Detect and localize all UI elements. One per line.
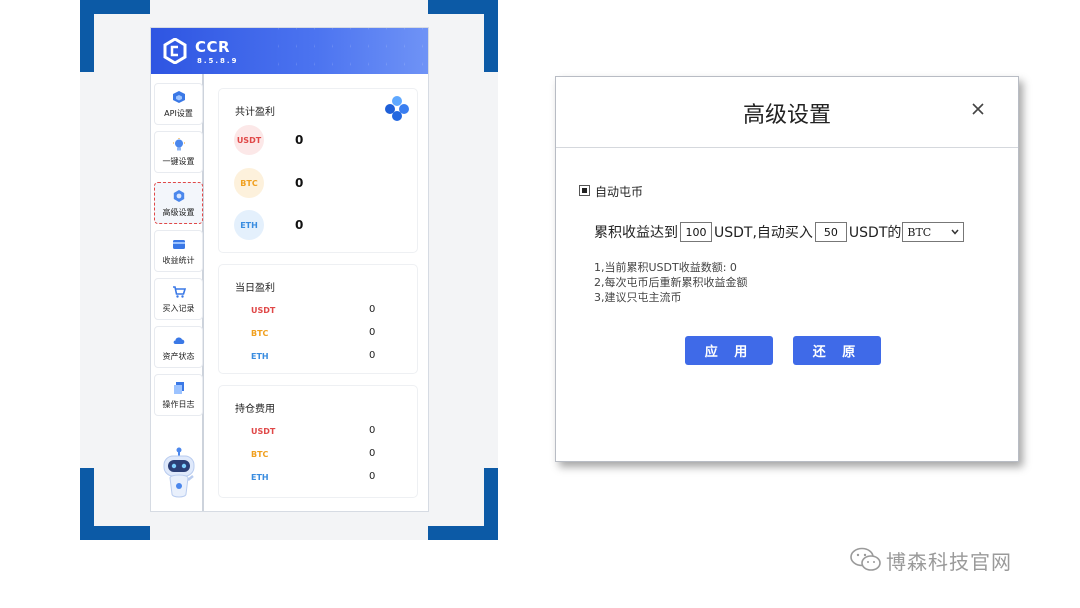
app-window: CCR 8.5.8.9 API设置 一键设置 高级设置 收益统计 买入记录 资产… [150,27,429,512]
watermark: 博森科技官网 [850,546,1012,574]
gear-icon [173,189,184,202]
total-btc-value: 0 [295,176,304,190]
bulb-icon [172,137,185,150]
auto-hoard-label[interactable]: 自动屯币 [595,183,643,200]
card-title: 持仓费用 [235,404,275,415]
sidebar-item-label: 操作日志 [162,399,195,409]
sidebar-item-label: 高级设置 [162,207,195,217]
daily-eth-value: 0 [369,350,376,361]
sidebar-item-earnings-stats[interactable]: 收益统计 [154,230,203,272]
cart-icon [172,285,186,298]
note-item: 2,每次屯币后重新累积收益金额 [594,276,748,289]
close-icon[interactable] [968,99,988,119]
frame-corner [80,468,94,540]
sidebar-item-label: 买入记录 [162,303,195,313]
sidebar-item-quick-settings[interactable]: 一键设置 [154,131,203,173]
ccr-logo-icon [163,38,187,64]
threshold-input[interactable] [680,222,712,242]
holding-eth-label: ETH [251,473,269,482]
holding-eth-value: 0 [369,471,376,482]
coin-select[interactable]: BTC [902,222,965,242]
rule-prefix: 累积收益达到 [594,225,678,241]
apply-button[interactable]: 应 用 [685,336,773,365]
holding-usdt-label: USDT [251,427,276,436]
sidebar-item-asset-status[interactable]: 资产状态 [154,326,203,368]
coin-select-value: BTC [907,225,932,239]
holding-btc-value: 0 [369,448,376,459]
daily-usdt-label: USDT [251,306,276,315]
sidebar-item-label: API设置 [164,108,193,118]
dialog-title: 高级设置 [742,103,831,128]
notes-list: 1,当前累积USDT收益数额: 0 2,每次屯币后重新累积收益金额 3,建议只屯… [594,260,748,305]
app-version: 8.5.8.9 [197,57,239,65]
holding-usdt-value: 0 [369,425,376,436]
cube-icon [172,90,185,103]
rule-suffix: USDT的 [848,225,902,241]
daily-profit-card: 当日盈利 USDT 0 BTC 0 ETH 0 [218,264,418,374]
screen: CCR 8.5.8.9 API设置 一键设置 高级设置 收益统计 买入记录 资产… [0,0,1080,608]
header-pattern [278,28,428,74]
docs-icon [173,381,184,394]
advanced-settings-dialog: 高级设置 自动屯币 累积收益达到 USDT,自动买入 USDT的 BTC 1,当… [555,76,1019,462]
dots-decoration-icon [385,96,409,121]
rule-mid: USDT,自动买入 [714,225,813,241]
eth-coin-icon: ETH [234,210,264,240]
sidebar-item-label: 资产状态 [162,351,195,361]
frame-corner [484,468,498,540]
dialog-divider [556,147,1018,148]
sidebar-item-advanced-settings[interactable]: 高级设置 [154,182,203,224]
wallet-icon [172,239,185,249]
note-item: 3,建议只屯主流币 [594,291,682,304]
reset-button[interactable]: 还 原 [793,336,881,365]
total-eth-value: 0 [295,218,304,232]
chevron-down-icon [951,229,959,235]
frame-corner [484,0,498,72]
sidebar-item-operation-log[interactable]: 操作日志 [154,374,203,416]
sidebar-item-purchase-records[interactable]: 买入记录 [154,278,203,320]
app-name: CCR [195,38,231,56]
card-title: 共计盈利 [235,107,275,118]
card-title: 当日盈利 [235,283,275,294]
frame-corner [80,0,94,72]
sidebar: API设置 一键设置 高级设置 收益统计 买入记录 资产状态 操作日志 [151,74,204,511]
daily-usdt-value: 0 [369,304,376,315]
cloud-icon [173,337,184,344]
main-content: 共计盈利 USDT 0 BTC 0 ETH 0 当日盈利 USDT 0 BTC … [204,74,428,511]
note-item: 1,当前累积USDT收益数额: 0 [594,261,737,274]
daily-btc-value: 0 [369,327,376,338]
sidebar-item-label: 收益统计 [162,255,195,265]
app-header: CCR 8.5.8.9 [151,28,428,74]
btc-coin-icon: BTC [234,168,264,198]
sidebar-item-label: 一键设置 [162,156,195,166]
auto-buy-rule: 累积收益达到 USDT,自动买入 USDT的 BTC [594,221,965,243]
watermark-text: 博森科技官网 [886,549,1012,574]
daily-btc-label: BTC [251,329,269,338]
usdt-coin-icon: USDT [234,125,264,155]
wechat-icon [850,547,881,571]
auto-hoard-checkbox[interactable] [579,185,590,196]
holding-btc-label: BTC [251,450,269,459]
total-profit-card: 共计盈利 USDT 0 BTC 0 ETH 0 [218,88,418,253]
robot-mascot-icon [163,447,195,498]
holding-cost-card: 持仓费用 USDT 0 BTC 0 ETH 0 [218,385,418,498]
amount-input[interactable] [814,222,847,242]
sidebar-item-api-settings[interactable]: API设置 [154,83,203,125]
daily-eth-label: ETH [251,352,269,361]
total-usdt-value: 0 [295,133,304,147]
